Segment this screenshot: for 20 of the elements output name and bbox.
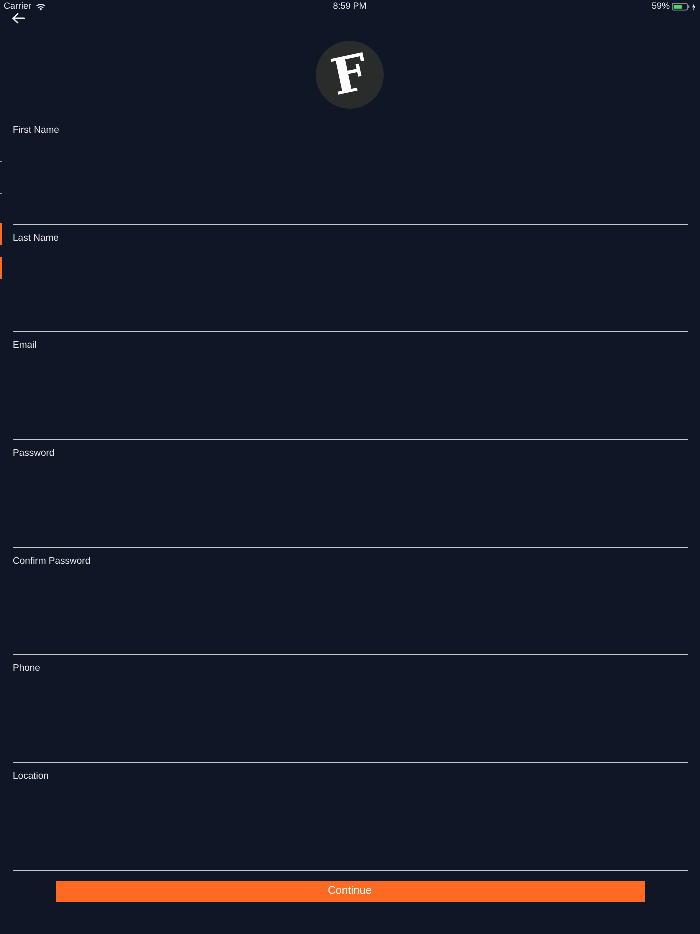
edge-bar <box>0 223 2 245</box>
edge-tick <box>0 193 2 194</box>
field-label: Phone <box>13 662 40 676</box>
wifi-icon <box>36 2 46 10</box>
field-label: Password <box>13 447 55 462</box>
field-label: First Name <box>13 124 60 138</box>
arrow-left-icon <box>12 13 25 24</box>
battery-icon <box>672 2 690 10</box>
edge-tick <box>0 161 2 162</box>
back-button[interactable] <box>12 13 25 24</box>
battery-percent: 59% <box>652 1 670 12</box>
field-label: Location <box>13 770 49 784</box>
charging-bolt-icon <box>692 2 696 10</box>
continue-button[interactable]: Continue <box>56 880 644 902</box>
field-label: Last Name <box>13 232 59 246</box>
field-label: Confirm Password <box>13 554 91 569</box>
carrier-name: Carrier <box>4 1 32 12</box>
field-label: Email <box>13 339 37 354</box>
edge-bar <box>0 257 2 279</box>
status-time: 8:59 PM <box>333 1 367 12</box>
